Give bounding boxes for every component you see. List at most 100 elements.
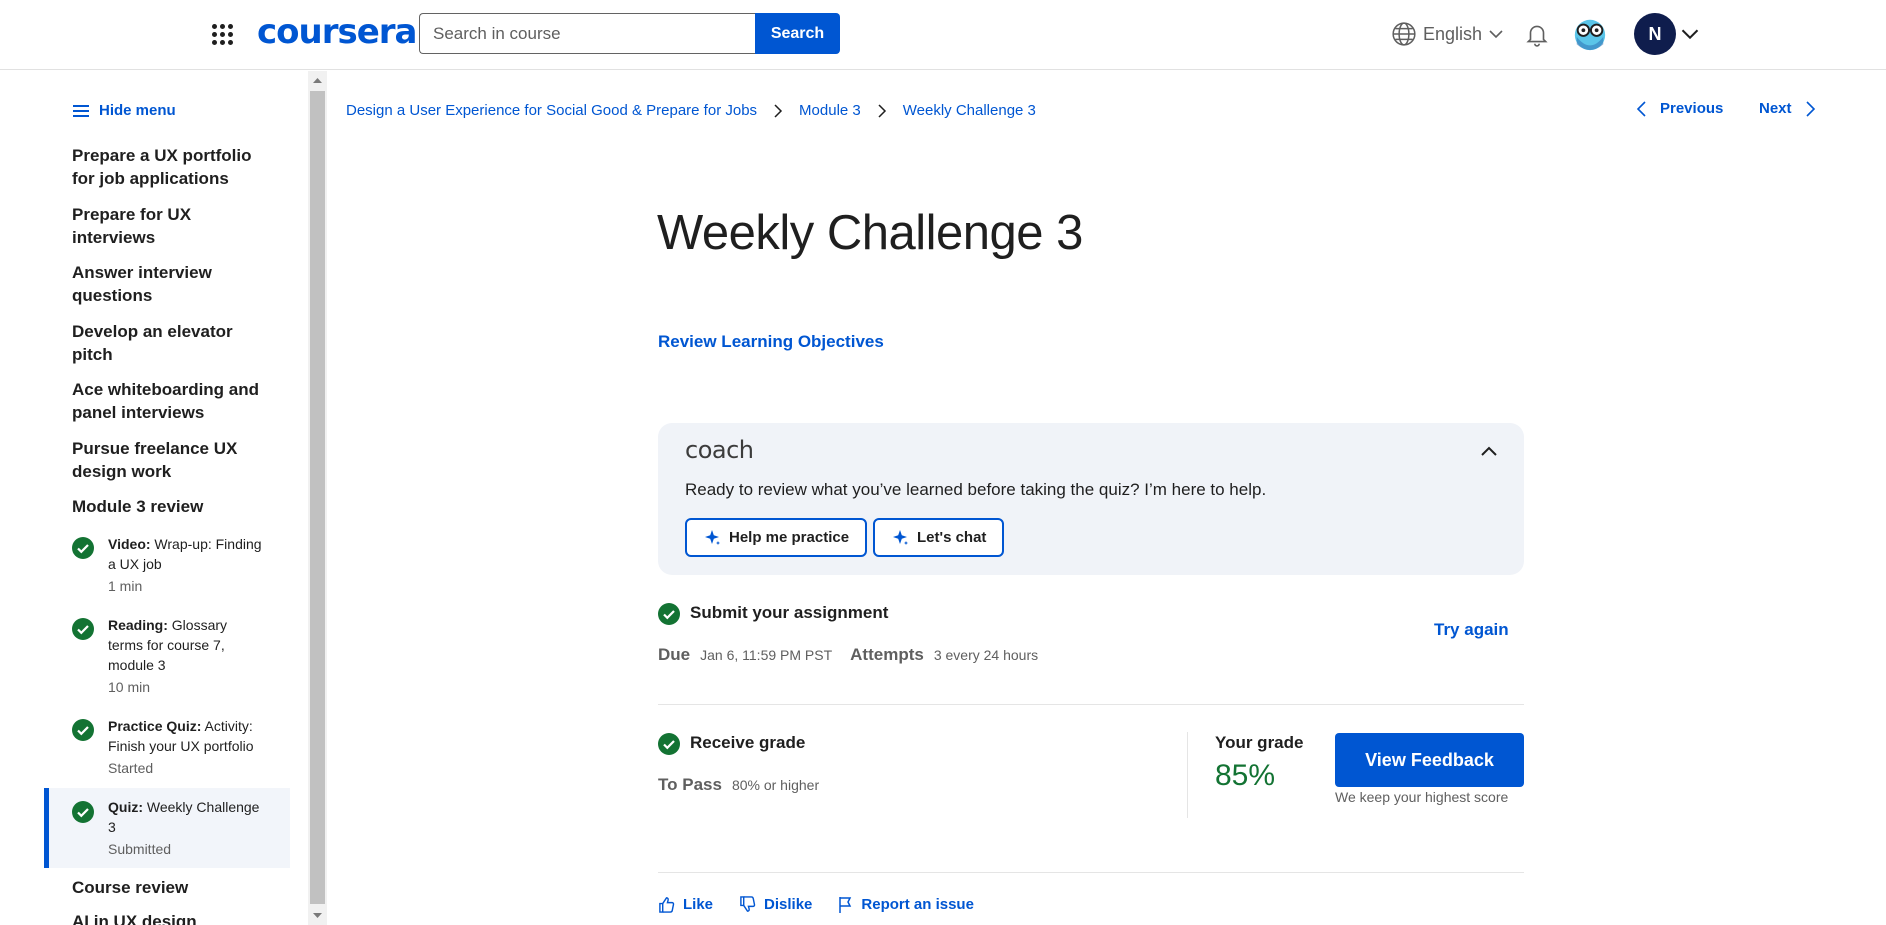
globe-icon bbox=[1392, 22, 1416, 46]
to-pass-label: To Pass bbox=[658, 775, 722, 794]
due-value: Jan 6, 11:59 PM PST bbox=[700, 647, 833, 663]
user-avatar[interactable]: N bbox=[1634, 13, 1676, 55]
breadcrumb-course[interactable]: Design a User Experience for Social Good… bbox=[346, 102, 757, 119]
coach-panel: coach Ready to review what you’ve learne… bbox=[658, 423, 1524, 575]
help-me-practice-button[interactable]: Help me practice bbox=[685, 518, 868, 557]
search-button[interactable]: Search bbox=[755, 13, 840, 54]
pass-requirement-row: To Pass 80% or higher bbox=[658, 775, 819, 795]
dislike-label: Dislike bbox=[764, 896, 813, 913]
scroll-up-arrow-icon[interactable] bbox=[308, 75, 327, 87]
item-meta: Started bbox=[108, 760, 154, 776]
sidebar-lesson-prepare-interviews[interactable]: Prepare for UX interviews bbox=[72, 203, 272, 249]
try-again-button[interactable]: Try again bbox=[1434, 620, 1509, 640]
thumbs-up-icon bbox=[659, 897, 675, 913]
sidebar-lesson-elevator-pitch[interactable]: Develop an elevator pitch bbox=[72, 320, 272, 366]
sidebar-lesson-whiteboarding[interactable]: Ace whiteboarding and panel interviews bbox=[72, 378, 272, 424]
hide-menu-label: Hide menu bbox=[99, 102, 176, 119]
sidebar-item-quiz-weekly-challenge[interactable]: Quiz: Weekly Challenge 3 Submitted bbox=[44, 788, 290, 868]
item-type: Reading: bbox=[108, 617, 168, 633]
course-sidebar: Hide menu Prepare a UX portfolio for job… bbox=[44, 71, 290, 925]
language-label: English bbox=[1423, 23, 1483, 44]
coach-avatar-icon[interactable] bbox=[1571, 16, 1609, 52]
to-pass-value: 80% or higher bbox=[731, 777, 820, 793]
item-type: Quiz: bbox=[108, 799, 143, 815]
feedback-actions: Like Dislike Report an issue bbox=[658, 896, 974, 913]
language-selector[interactable]: English bbox=[1391, 20, 1504, 48]
attempts-label: Attempts bbox=[850, 645, 924, 664]
breadcrumb: Design a User Experience for Social Good… bbox=[346, 102, 1036, 119]
completed-check-icon bbox=[72, 537, 94, 559]
sidebar-scrollbar[interactable] bbox=[308, 71, 327, 925]
sparkle-icon bbox=[705, 529, 720, 545]
divider bbox=[658, 872, 1524, 873]
receive-grade-title: Receive grade bbox=[690, 733, 806, 752]
sidebar-lesson-portfolio[interactable]: Prepare a UX portfolio for job applicati… bbox=[72, 144, 272, 190]
lets-chat-label: Let's chat bbox=[917, 529, 987, 546]
sparkle-icon bbox=[893, 529, 908, 545]
view-feedback-button[interactable]: View Feedback bbox=[1335, 733, 1524, 787]
your-grade-label: Your grade bbox=[1215, 733, 1304, 752]
menu-icon bbox=[73, 104, 89, 117]
completed-check-icon bbox=[72, 719, 94, 741]
chevron-right-icon bbox=[878, 103, 886, 118]
due-attempts-row: Due Jan 6, 11:59 PM PST Attempts 3 every… bbox=[658, 645, 1056, 665]
item-meta: Submitted bbox=[108, 841, 172, 857]
sidebar-lesson-interview-questions[interactable]: Answer interview questions bbox=[72, 261, 272, 307]
grade-value: 85% bbox=[1215, 759, 1276, 792]
thumbs-down-icon bbox=[740, 896, 756, 912]
search-input[interactable] bbox=[419, 13, 756, 54]
apps-grid-icon[interactable] bbox=[210, 22, 234, 46]
previous-label: Previous bbox=[1660, 100, 1724, 117]
help-me-practice-label: Help me practice bbox=[729, 529, 850, 546]
chevron-right-icon bbox=[1805, 100, 1815, 117]
coach-prompt: Ready to review what you’ve learned befo… bbox=[685, 480, 1267, 499]
due-label: Due bbox=[658, 645, 691, 664]
item-meta: 10 min bbox=[108, 679, 151, 695]
submit-assignment-title: Submit your assignment bbox=[690, 603, 889, 622]
chevron-left-icon bbox=[1636, 100, 1646, 117]
scroll-down-arrow-icon[interactable] bbox=[308, 909, 327, 921]
highest-score-note: We keep your highest score bbox=[1335, 789, 1509, 805]
item-meta: 1 min bbox=[108, 578, 143, 594]
chevron-right-icon bbox=[774, 103, 783, 118]
chevron-up-icon[interactable] bbox=[1478, 440, 1500, 462]
notifications-bell-icon[interactable] bbox=[1524, 20, 1550, 48]
top-header: coursera Search English N bbox=[0, 0, 1886, 70]
review-learning-objectives-link[interactable]: Review Learning Objectives bbox=[658, 332, 884, 352]
scrollbar-thumb[interactable] bbox=[310, 91, 325, 904]
coach-brand: coach bbox=[685, 436, 754, 464]
chevron-down-icon[interactable] bbox=[1680, 24, 1700, 44]
sidebar-item-reading-glossary[interactable]: Reading: Glossary terms for course 7, mo… bbox=[44, 615, 290, 697]
sidebar-item-practice-quiz[interactable]: Practice Quiz: Activity: Finish your UX … bbox=[44, 716, 290, 778]
dislike-button[interactable]: Dislike bbox=[739, 896, 812, 913]
sidebar-lesson-ai-ux[interactable]: AI in UX design bbox=[72, 910, 272, 925]
report-issue-button[interactable]: Report an issue bbox=[838, 896, 974, 913]
like-button[interactable]: Like bbox=[658, 896, 713, 913]
coursera-logo[interactable]: coursera bbox=[257, 12, 417, 52]
breadcrumb-current[interactable]: Weekly Challenge 3 bbox=[903, 102, 1036, 119]
report-label: Report an issue bbox=[861, 896, 974, 913]
item-type: Practice Quiz: bbox=[108, 718, 202, 734]
completed-check-icon bbox=[72, 801, 94, 823]
next-label: Next bbox=[1759, 100, 1792, 117]
hide-menu-button[interactable]: Hide menu bbox=[73, 102, 176, 119]
completed-check-icon bbox=[658, 733, 680, 755]
like-label: Like bbox=[683, 896, 714, 913]
previous-button[interactable]: Previous bbox=[1636, 100, 1723, 117]
sidebar-lesson-freelance[interactable]: Pursue freelance UX design work bbox=[72, 437, 272, 483]
sidebar-item-video-wrapup[interactable]: Video: Wrap-up: Finding a UX job 1 min bbox=[44, 534, 290, 596]
completed-check-icon bbox=[72, 618, 94, 640]
next-button[interactable]: Next bbox=[1759, 100, 1816, 117]
divider bbox=[658, 704, 1524, 705]
vertical-divider bbox=[1187, 732, 1188, 818]
page-title: Weekly Challenge 3 bbox=[657, 206, 1083, 260]
lets-chat-button[interactable]: Let's chat bbox=[873, 518, 1005, 557]
chevron-down-icon bbox=[1489, 30, 1503, 39]
completed-check-icon bbox=[658, 603, 680, 625]
attempts-value: 3 every 24 hours bbox=[933, 647, 1039, 663]
item-type: Video: bbox=[108, 536, 151, 552]
sidebar-lesson-course-review[interactable]: Course review bbox=[72, 876, 272, 899]
breadcrumb-module[interactable]: Module 3 bbox=[799, 102, 861, 119]
sidebar-lesson-module-review[interactable]: Module 3 review bbox=[72, 495, 272, 518]
flag-icon bbox=[839, 897, 852, 913]
